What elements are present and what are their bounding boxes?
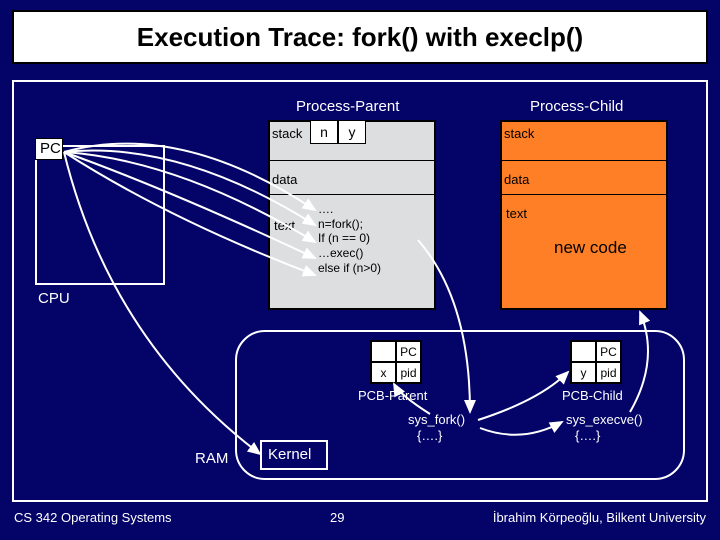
- page-title: Execution Trace: fork() with execlp(): [137, 22, 583, 53]
- cell-n: n: [310, 120, 338, 144]
- new-code-label: new code: [554, 238, 627, 258]
- title-bar: Execution Trace: fork() with execlp(): [12, 10, 708, 64]
- parent-stack-cells: n y: [310, 120, 366, 144]
- cpu-box: [35, 145, 165, 285]
- pcb-parent: PC xpid: [370, 340, 422, 384]
- code-line: n=fork();: [318, 217, 381, 232]
- pcb-y: y: [571, 362, 596, 383]
- cpu-label: CPU: [38, 290, 70, 307]
- code-line: else if (n>0): [318, 261, 381, 276]
- pcb-x: x: [371, 362, 396, 383]
- cell-y: y: [338, 120, 366, 144]
- ram-label: RAM: [195, 450, 228, 467]
- child-text-label: text: [506, 206, 527, 221]
- pcb-parent-label: PCB-Parent: [358, 388, 427, 403]
- sys-fork-body: {….}: [417, 428, 442, 443]
- sys-execve-body: {….}: [575, 428, 600, 443]
- sys-fork-label: sys_fork(): [408, 412, 465, 427]
- process-child-label: Process-Child: [530, 98, 623, 115]
- pc-label: PC: [40, 140, 61, 157]
- pcb-col-pid2: pid: [596, 362, 621, 383]
- footer-right: İbrahim Körpeoğlu, Bilkent University: [493, 510, 706, 525]
- footer-page: 29: [330, 510, 344, 525]
- child-stack-label: stack: [504, 126, 534, 141]
- parent-text-label: text: [274, 218, 295, 233]
- pcb-col-pid: pid: [396, 362, 421, 383]
- process-parent-label: Process-Parent: [296, 98, 399, 115]
- pcb-child-label: PCB-Child: [562, 388, 623, 403]
- pcb-col-pc: PC: [396, 341, 421, 362]
- code-line: If (n == 0): [318, 231, 381, 246]
- code-line: ….: [318, 202, 381, 217]
- pcb-col-pc2: PC: [596, 341, 621, 362]
- parent-stack-label: stack: [272, 126, 302, 141]
- child-data-label: data: [504, 172, 529, 187]
- pcb-child: PC ypid: [570, 340, 622, 384]
- sys-execve-label: sys_execve(): [566, 412, 643, 427]
- kernel-label: Kernel: [268, 446, 311, 463]
- parent-code: …. n=fork(); If (n == 0) …exec() else if…: [318, 202, 381, 275]
- footer-left: CS 342 Operating Systems: [14, 510, 172, 525]
- parent-data-label: data: [272, 172, 297, 187]
- code-line: …exec(): [318, 246, 381, 261]
- footer: CS 342 Operating Systems 29 İbrahim Körp…: [0, 510, 720, 532]
